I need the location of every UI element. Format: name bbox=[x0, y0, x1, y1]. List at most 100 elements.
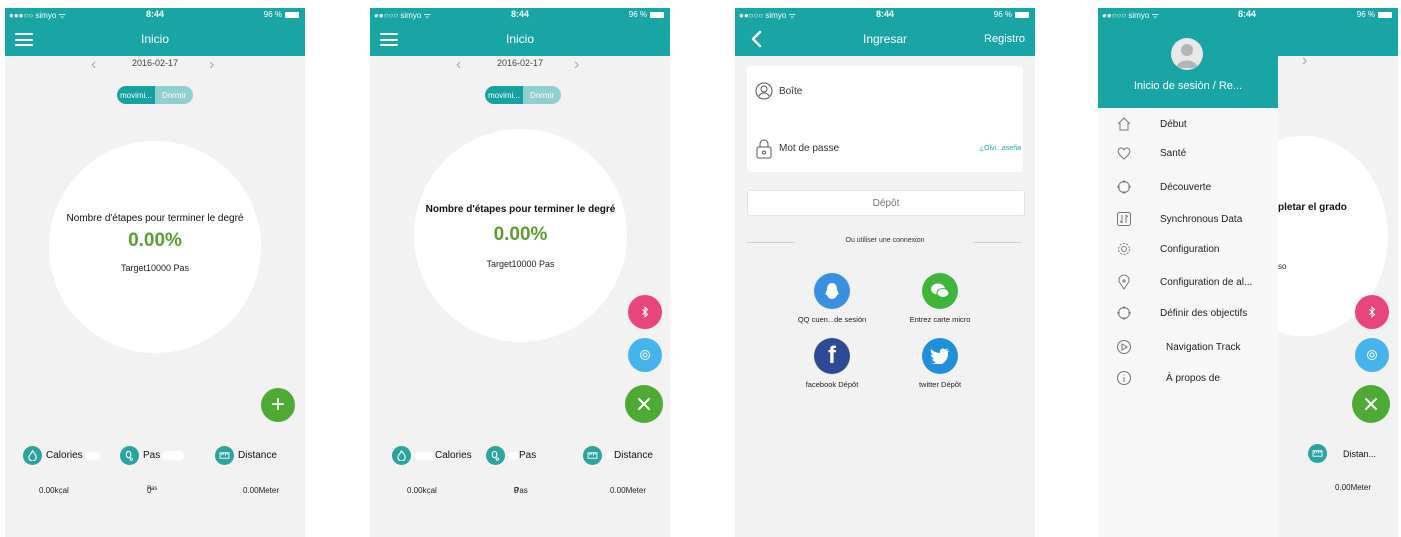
heart-icon bbox=[1117, 147, 1131, 160]
stat-steps: Pas bbox=[120, 446, 185, 465]
nav-bar: Inicio bbox=[5, 22, 305, 56]
avatar[interactable] bbox=[1171, 38, 1203, 70]
email-field[interactable]: Boîte bbox=[747, 72, 1023, 112]
menu-item-about[interactable]: À propos de bbox=[1098, 365, 1278, 391]
distance-value: 0.00Meter bbox=[610, 486, 647, 495]
battery-indicator: 96 % bbox=[994, 10, 1029, 19]
alt-login-label: Ou utiliser une connexion bbox=[845, 237, 925, 244]
background-stat-distance: Distan... bbox=[1308, 444, 1376, 463]
target-text: Target10000 Pas bbox=[120, 263, 190, 273]
email-label: Boîte bbox=[779, 86, 803, 97]
alarm-pin-icon bbox=[1118, 274, 1130, 290]
status-time: 8:44 bbox=[510, 9, 529, 19]
flame-icon bbox=[23, 446, 42, 465]
user-icon bbox=[755, 82, 773, 100]
page-title: Inicio bbox=[140, 32, 169, 46]
status-bar: ●●○○○ simyo ᯤ 8:44 96 % bbox=[370, 8, 670, 22]
status-bar: ●●●○○ simyo ᯤ 8:44 96 % bbox=[5, 8, 305, 22]
stats-row: Calories Pas Distance bbox=[5, 446, 305, 466]
screen-home-2: ●●○○○ simyo ᯤ 8:44 96 % Inicio ‹ 2016-02… bbox=[370, 8, 670, 537]
stats-row: Calories Pas Distance bbox=[370, 446, 670, 466]
tab-sleep[interactable]: Dormir bbox=[155, 86, 193, 104]
add-button[interactable]: + bbox=[261, 388, 295, 422]
bluetooth-icon bbox=[642, 306, 649, 318]
tab-movement[interactable]: movimi... bbox=[485, 86, 523, 104]
chevron-right-icon: › bbox=[1302, 52, 1308, 69]
divider bbox=[747, 242, 795, 243]
footprint-icon bbox=[120, 446, 139, 465]
close-icon bbox=[1365, 398, 1377, 410]
battery-icon bbox=[285, 11, 299, 18]
bluetooth-button[interactable] bbox=[628, 295, 662, 329]
bluetooth-icon bbox=[1369, 306, 1376, 318]
target-text: Target10000 Pas bbox=[486, 259, 555, 269]
close-button[interactable] bbox=[625, 385, 663, 423]
menu-item-navigation[interactable]: Navigation Track bbox=[1098, 334, 1278, 360]
menu-item-sync-data[interactable]: Synchronous Data bbox=[1098, 206, 1278, 232]
carrier-label: ●●○○○ simyo ᯤ bbox=[1102, 11, 1159, 20]
tab-movement[interactable]: movimi... bbox=[117, 86, 155, 104]
date-label: 2016-02-17 bbox=[131, 58, 179, 68]
password-label: Mot de passe bbox=[779, 143, 840, 154]
tab-sleep[interactable]: Dormir bbox=[523, 86, 561, 104]
register-link[interactable]: Registro bbox=[984, 33, 1025, 45]
status-time: 8:44 bbox=[875, 9, 894, 19]
chevron-right-icon[interactable]: › bbox=[209, 56, 214, 74]
close-button bbox=[1352, 385, 1390, 423]
progress-circle: Nombre d'étapes pour terminer le degré 0… bbox=[49, 141, 261, 353]
twitter-login-button[interactable]: twitter Dépôt bbox=[890, 338, 990, 389]
login-register-link[interactable]: Inicio de sesión / Re... bbox=[1098, 80, 1278, 92]
menu-item-alarm-settings[interactable]: Configuration de al... bbox=[1098, 269, 1278, 295]
stat-calories: Calories bbox=[392, 446, 472, 465]
side-drawer: ●●○○○ simyo ᯤ 8:44 Inicio de sesión / Re… bbox=[1098, 8, 1278, 537]
chevron-left-icon[interactable]: ‹ bbox=[456, 56, 461, 74]
progress-percent: 0.00% bbox=[128, 230, 182, 251]
status-bar: ●●○○○ simyo ᯤ 8:44 96 % bbox=[735, 8, 1035, 22]
calories-value: 0.00kcal bbox=[39, 486, 69, 495]
crosshair-icon bbox=[1117, 180, 1131, 194]
target-icon bbox=[1117, 306, 1131, 320]
screen-menu-drawer: ●●○○○ simyo ᯤ 8:44 96 % › pletar el grad… bbox=[1098, 8, 1398, 537]
sync-button[interactable] bbox=[628, 338, 662, 372]
page-title: Inicio bbox=[505, 32, 534, 46]
forgot-password-link[interactable]: ¿Olvi...aseña bbox=[980, 145, 1021, 152]
background-target: so bbox=[1278, 262, 1287, 271]
status-time: 8:44 bbox=[1238, 9, 1257, 19]
facebook-icon: f bbox=[814, 338, 850, 374]
menu-item-settings[interactable]: Configuration bbox=[1098, 236, 1278, 262]
wechat-login-button[interactable]: Entrez carte micro bbox=[890, 273, 990, 324]
footprint-icon bbox=[486, 446, 505, 465]
battery-icon bbox=[1015, 11, 1029, 18]
menu-item-discover[interactable]: Découverte bbox=[1098, 174, 1278, 200]
stat-calories: Calories bbox=[23, 446, 101, 465]
chevron-left-icon[interactable]: ‹ bbox=[91, 56, 96, 74]
status-time: 8:44 bbox=[145, 9, 164, 19]
menu-item-goals[interactable]: Définir des objectifs bbox=[1098, 300, 1278, 326]
info-icon bbox=[1117, 371, 1131, 385]
progress-label: Nombre d'étapes pour terminer le degré bbox=[66, 213, 244, 224]
progress-label: Nombre d'étapes pour terminer le degré bbox=[425, 204, 616, 215]
menu-item-home[interactable]: Début bbox=[1098, 111, 1278, 137]
stat-steps: Pas bbox=[486, 446, 536, 465]
sync-button bbox=[1355, 338, 1389, 372]
user-avatar-icon bbox=[1176, 44, 1198, 68]
menu-item-health[interactable]: Santé bbox=[1098, 140, 1278, 166]
navigation-icon bbox=[1117, 340, 1131, 354]
wechat-icon bbox=[922, 273, 958, 309]
facebook-login-button[interactable]: f facebook Dépôt bbox=[782, 338, 882, 389]
password-field[interactable]: Mot de passe ¿Olvi...aseña bbox=[747, 129, 1023, 169]
battery-icon bbox=[650, 11, 664, 18]
mode-toggle: movimi... Dormir bbox=[485, 86, 561, 104]
flame-icon bbox=[392, 446, 411, 465]
stat-distance: Distance bbox=[583, 446, 653, 465]
ruler-icon bbox=[1308, 444, 1327, 463]
qq-login-button[interactable]: QQ cuen...de sesión bbox=[782, 273, 882, 324]
distance-value: 0.00Meter bbox=[243, 486, 280, 495]
progress-circle: Nombre d'étapes pour terminer le degré 0… bbox=[414, 129, 627, 342]
chevron-right-icon[interactable]: › bbox=[574, 56, 579, 74]
ruler-icon bbox=[215, 446, 234, 465]
calories-value: 0.00kcal bbox=[407, 486, 437, 495]
gear-icon bbox=[1118, 243, 1130, 255]
date-selector: ‹ 2016-02-17 › bbox=[370, 56, 670, 73]
login-button[interactable]: Dépôt bbox=[747, 190, 1025, 216]
